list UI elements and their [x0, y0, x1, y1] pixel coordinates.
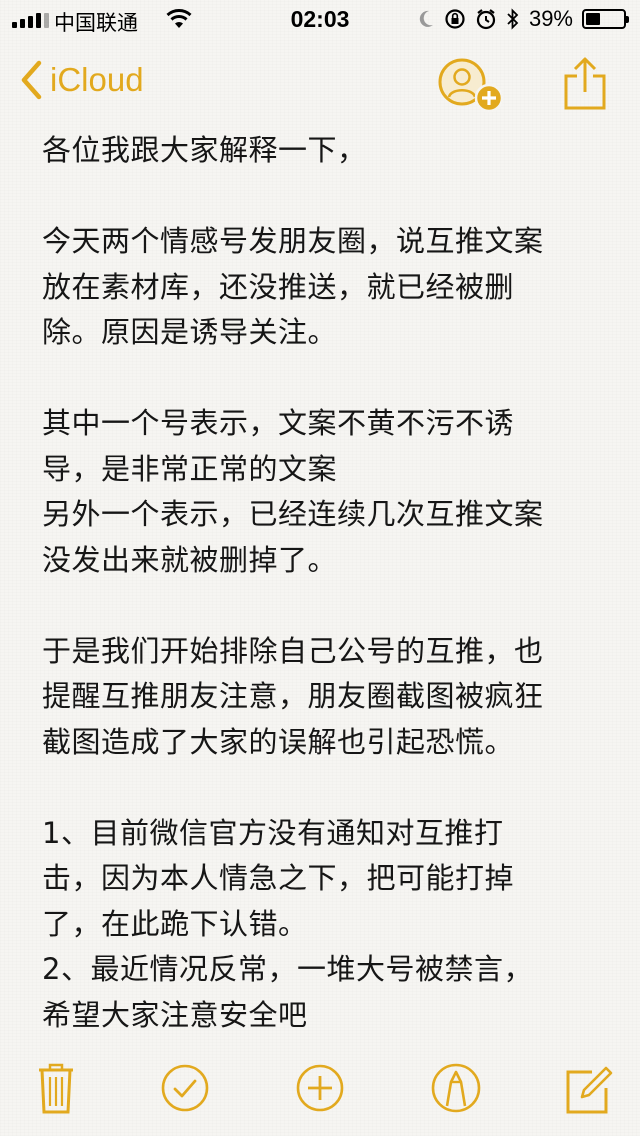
- note-line: 了，在此跪下认错。: [42, 906, 308, 941]
- note-line: 放在素材库，还没推送，就已经被删: [42, 269, 515, 304]
- markup-pen-icon: [431, 1063, 481, 1113]
- compose-icon: [566, 1066, 613, 1114]
- battery-fill: [586, 13, 600, 25]
- battery-percent: 39%: [528, 6, 573, 31]
- rotation-lock-icon: [445, 9, 465, 29]
- moon-icon: [419, 10, 433, 27]
- status-right-group: 39%: [417, 6, 629, 32]
- markup-button[interactable]: [430, 1060, 482, 1120]
- trash-icon: [39, 1063, 73, 1114]
- share-button[interactable]: [562, 56, 608, 116]
- note-line: 1、目前微信官方没有通知对互推打: [42, 815, 504, 850]
- note-line: 除。原因是诱导关注。: [42, 315, 338, 349]
- back-chevron-icon: [21, 60, 42, 100]
- note-line: [42, 765, 612, 811]
- note-line: [42, 356, 612, 402]
- add-people-button[interactable]: [438, 58, 508, 120]
- note-line: 导，是非常正常的文案: [42, 451, 338, 486]
- battery-icon: [582, 9, 629, 29]
- note-body[interactable]: 各位我跟大家解释一下， 今天两个情感号发朋友圈，说互推文案 放在素材库，还没推送…: [42, 128, 612, 1038]
- note-line: 2、最近情况反常，一堆大号被禁言，: [42, 952, 533, 986]
- add-button[interactable]: [295, 1060, 345, 1120]
- back-label: iCloud: [50, 61, 144, 98]
- note-line: 另外一个表示，已经连续几次互推文案: [42, 497, 544, 531]
- note-line: 没发出来就被删掉了。: [42, 542, 338, 577]
- note-line: [42, 174, 612, 220]
- note-line: 其中一个号表示，文案不黄不污不诱: [42, 406, 515, 440]
- note-line: [42, 583, 612, 629]
- note-line: 今天两个情感号发朋友圈，说互推文案: [42, 224, 544, 258]
- add-icon: [296, 1064, 344, 1112]
- note-line: 各位我跟大家解释一下，: [42, 133, 367, 167]
- bottom-toolbar: [0, 1060, 640, 1120]
- note-line: 提醒互推朋友注意，朋友圈截图被疯狂: [42, 679, 544, 713]
- checklist-icon: [161, 1064, 209, 1112]
- checklist-button[interactable]: [160, 1060, 210, 1120]
- note-line: 击，因为本人情急之下，把可能打掉: [42, 861, 515, 895]
- delete-button[interactable]: [36, 1060, 76, 1120]
- alarm-icon: [476, 9, 496, 30]
- note-line: 希望大家注意安全吧: [42, 997, 308, 1032]
- add-person-icon: [438, 58, 504, 113]
- bluetooth-icon: [507, 8, 519, 30]
- navigation-bar: iCloud: [0, 52, 640, 116]
- note-line: 于是我们开始排除自己公号的互推，也: [42, 633, 544, 668]
- share-icon: [564, 57, 606, 110]
- note-line: 截图造成了大家的误解也引起恐慌。: [42, 724, 515, 759]
- status-bar: 中国联通 02:03 39%: [0, 0, 640, 40]
- compose-button[interactable]: [564, 1060, 614, 1120]
- back-button[interactable]: iCloud: [20, 60, 144, 100]
